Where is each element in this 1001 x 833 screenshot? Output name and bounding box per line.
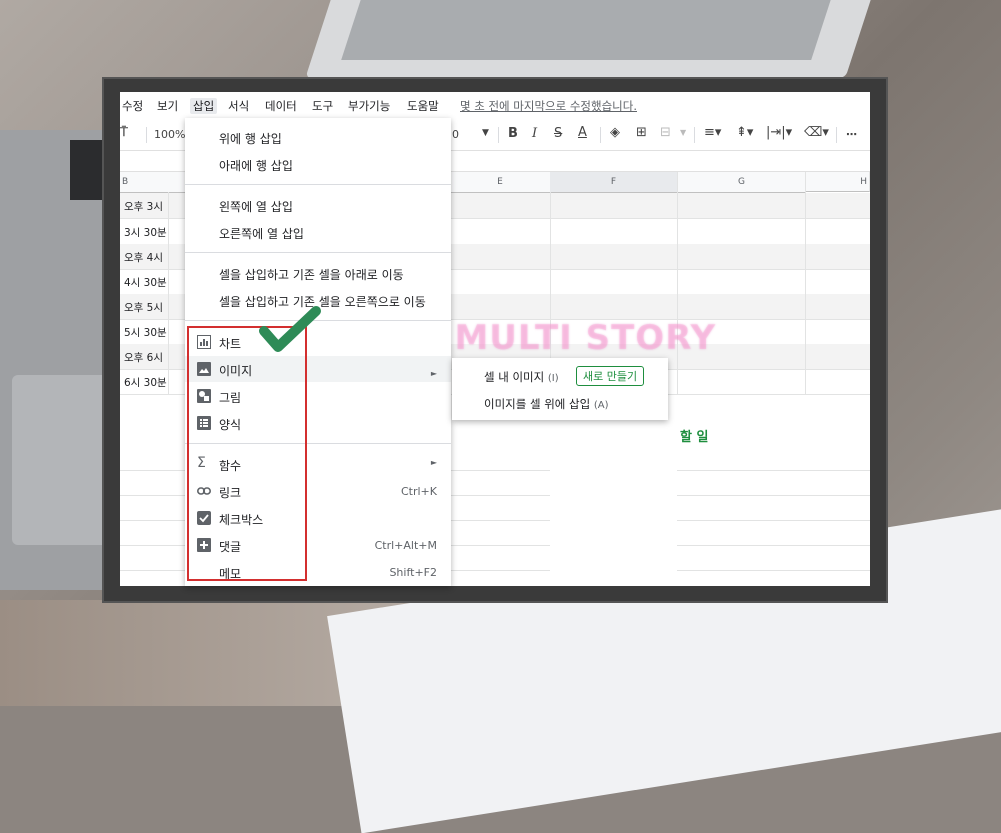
column-header-b[interactable]: B [120, 172, 171, 193]
menu-item-label: 셀 내 이미지 [484, 370, 545, 384]
new-badge: 새로 만들기 [576, 366, 645, 386]
grid-line [677, 495, 870, 496]
menu-item-label: 셀을 삽입하고 기존 셀을 아래로 이동 [219, 268, 404, 282]
shortcut-label: Ctrl+K [400, 485, 437, 498]
laptop-lid [305, 0, 871, 78]
menu-tools[interactable]: 도구 [312, 98, 333, 114]
time-cell: 오후 6시 [124, 352, 163, 364]
insert-column-left[interactable]: 왼쪽에 열 삽입 [185, 192, 451, 218]
paint-format-icon[interactable]: ⍑ [120, 125, 128, 140]
time-cell: 3시 30분 [124, 227, 167, 239]
submenu-arrow-icon: ► [430, 458, 437, 467]
insert-column-right[interactable]: 오른쪽에 열 삽입 [185, 219, 451, 245]
insert-row-below[interactable]: 아래에 행 삽입 [185, 151, 451, 177]
menu-addons[interactable]: 부가기능 [348, 98, 390, 114]
merge-dropdown-icon[interactable]: ▼ [680, 128, 686, 137]
time-cell: 오후 3시 [124, 201, 163, 213]
shortcut-label: Ctrl+Alt+M [374, 539, 437, 552]
strikethrough-button[interactable]: S [554, 126, 562, 141]
vertical-align-icon[interactable]: ⇞▾ [736, 125, 753, 140]
font-size-dropdown-icon[interactable]: ▼ [482, 128, 489, 138]
time-cell: 4시 30분 [124, 277, 167, 289]
todo-heading: 할 일 [680, 430, 709, 445]
text-color-button[interactable]: A [578, 125, 587, 140]
fill-color-icon[interactable]: ◈ [610, 125, 620, 140]
menu-bar: 수정 보기 삽입 서식 데이터 도구 부가기능 도움말 몇 초 전에 마지막으로… [120, 92, 870, 120]
insert-cells-shift-down[interactable]: 셀을 삽입하고 기존 셀을 아래로 이동 [185, 260, 451, 286]
menu-view[interactable]: 보기 [157, 98, 178, 114]
italic-button[interactable]: I [532, 126, 537, 141]
shortcut-label: Shift+F2 [389, 566, 437, 579]
checkmark-icon [258, 305, 322, 359]
merge-cells-icon[interactable]: ⊟ [660, 125, 671, 140]
grid-line [805, 192, 806, 394]
time-cell: 5시 30분 [124, 327, 167, 339]
wrap-icon[interactable]: |⇥|▾ [766, 125, 792, 140]
grid-line [677, 570, 870, 571]
highlight-box [187, 326, 307, 581]
menu-item-label: 오른쪽에 열 삽입 [219, 227, 304, 241]
grid-line [677, 470, 870, 471]
font-size-field[interactable]: 0 [452, 128, 459, 141]
menu-item-label: 셀을 삽입하고 기존 셀을 오른쪽으로 이동 [219, 295, 426, 309]
grid-line [677, 545, 870, 546]
zoom-select[interactable]: 100% [154, 128, 185, 141]
insert-row-above[interactable]: 위에 행 삽입 [185, 124, 451, 150]
access-key: (A) [593, 400, 609, 411]
borders-icon[interactable]: ⊞ [636, 125, 647, 140]
access-key: (I) [547, 373, 559, 384]
menu-item-label: 위에 행 삽입 [219, 132, 282, 146]
rotate-icon[interactable]: ⌫▾ [804, 125, 829, 140]
grid-line [677, 192, 678, 394]
image-submenu: 셀 내 이미지 (I) 새로 만들기 이미지를 셀 위에 삽입 (A) [452, 358, 668, 420]
menu-insert[interactable]: 삽입 [190, 98, 218, 114]
image-over-cells-item[interactable]: 이미지를 셀 위에 삽입 (A) [484, 396, 609, 412]
menu-data[interactable]: 데이터 [265, 98, 297, 114]
menu-edit[interactable]: 수정 [122, 98, 143, 114]
column-header-g[interactable]: G [678, 172, 806, 193]
menu-format[interactable]: 서식 [228, 98, 249, 114]
grid-line [168, 192, 169, 394]
image-in-cell-item[interactable]: 셀 내 이미지 (I) [484, 369, 559, 385]
grid-line [677, 520, 870, 521]
menu-item-label: 아래에 행 삽입 [219, 159, 293, 173]
column-header-e[interactable]: E [450, 172, 551, 193]
submenu-arrow-icon: ► [430, 369, 437, 378]
menu-help[interactable]: 도움말 [407, 98, 439, 114]
bold-button[interactable]: B [508, 126, 518, 141]
more-icon[interactable]: ⋯ [846, 128, 857, 141]
time-cell: 오후 4시 [124, 252, 163, 264]
menu-item-label: 이미지를 셀 위에 삽입 [484, 397, 591, 411]
time-cell: 오후 5시 [124, 302, 163, 314]
align-icon[interactable]: ≡▾ [704, 125, 721, 140]
column-header-h[interactable]: H [806, 172, 870, 192]
time-cell: 6시 30분 [124, 377, 167, 389]
column-header-f[interactable]: F [550, 172, 678, 193]
menu-item-label: 왼쪽에 열 삽입 [219, 200, 293, 214]
last-edit-link[interactable]: 몇 초 전에 마지막으로 수정했습니다. [460, 98, 637, 114]
